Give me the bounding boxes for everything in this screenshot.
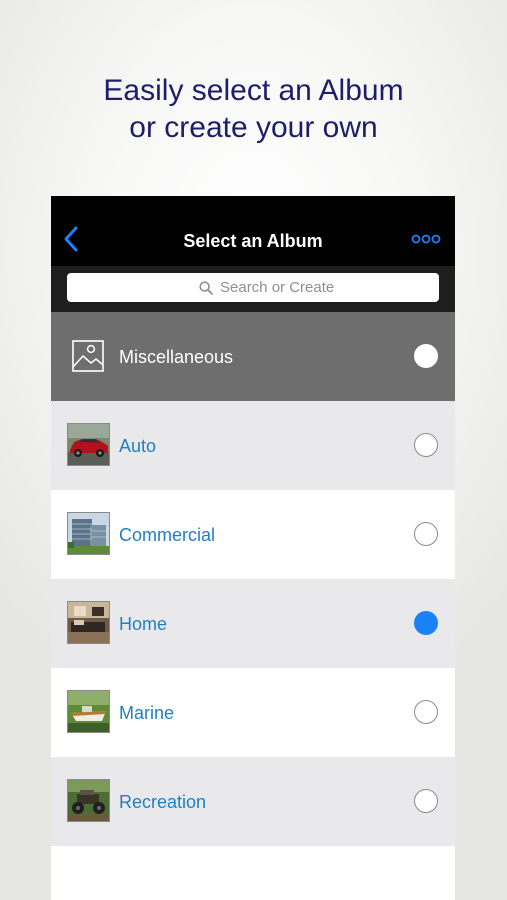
home-interior-thumbnail: [67, 601, 110, 644]
navigation-bar: Select an Album: [51, 196, 455, 266]
search-placeholder: Search or Create: [220, 279, 335, 296]
album-row-miscellaneous[interactable]: Miscellaneous: [51, 312, 455, 401]
search-bar: Search or Create: [51, 266, 455, 312]
album-row-marine[interactable]: Marine: [51, 668, 455, 757]
album-radio[interactable]: [414, 700, 438, 724]
album-label: Marine: [119, 703, 175, 723]
promo-line-1: Easily select an Album: [103, 74, 404, 107]
back-button[interactable]: [61, 224, 87, 254]
search-input[interactable]: Search or Create: [67, 273, 439, 302]
album-label: Home: [119, 614, 168, 634]
image-icon: [72, 340, 104, 372]
promo-heading: Easily select an Album or create your ow…: [0, 72, 507, 146]
album-row-commercial[interactable]: Commercial: [51, 490, 455, 579]
album-radio[interactable]: [414, 433, 438, 457]
album-radio[interactable]: [414, 344, 438, 368]
phone-screen: Select an Album Search or Create Miscell…: [51, 196, 455, 900]
album-list: Miscellaneous Auto Commercial Home Marin…: [51, 312, 455, 846]
album-label: Recreation: [119, 792, 207, 812]
album-radio[interactable]: [414, 522, 438, 546]
album-label: Commercial: [119, 525, 216, 545]
album-label: Miscellaneous: [119, 347, 234, 367]
album-row-recreation[interactable]: Recreation: [51, 757, 455, 846]
album-label: Auto: [119, 436, 157, 456]
page-title: Select an Album: [183, 231, 323, 251]
search-icon: [199, 281, 213, 295]
atv-thumbnail: [67, 779, 110, 822]
album-radio[interactable]: [414, 789, 438, 813]
album-row-home[interactable]: Home: [51, 579, 455, 668]
album-row-auto[interactable]: Auto: [51, 401, 455, 490]
boat-thumbnail: [67, 690, 110, 733]
more-button[interactable]: [411, 232, 441, 246]
album-radio-selected[interactable]: [414, 611, 438, 635]
promo-line-2: or create your own: [129, 111, 378, 144]
car-thumbnail: [67, 423, 110, 466]
building-thumbnail: [67, 512, 110, 555]
more-icon: [411, 234, 441, 244]
chevron-left-icon: [64, 226, 78, 252]
